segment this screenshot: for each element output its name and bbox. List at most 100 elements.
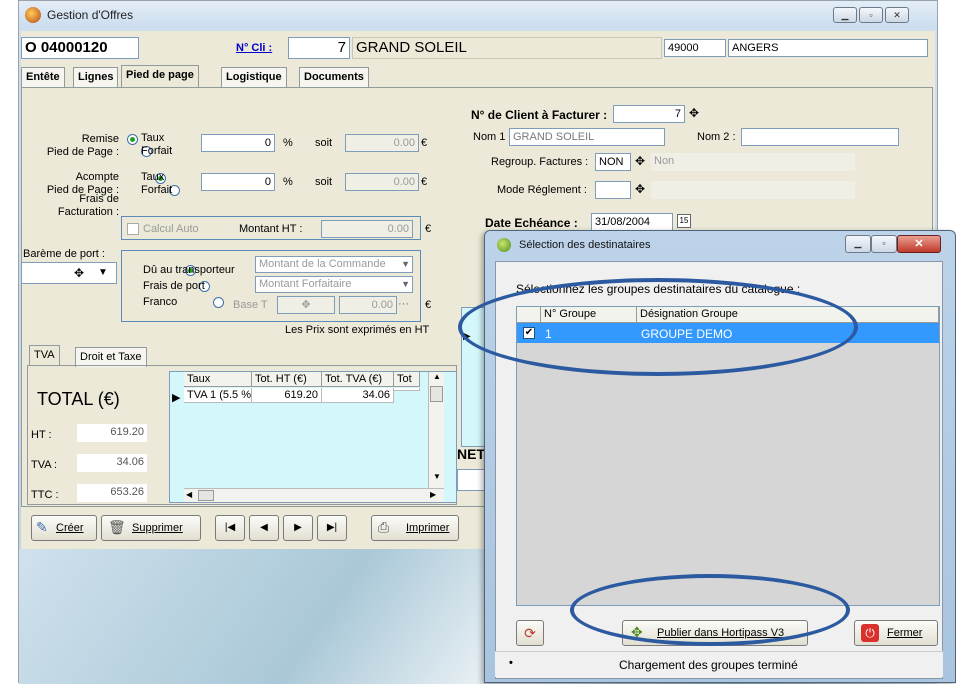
dialog-title: Sélection des destinataires (519, 239, 651, 251)
regroup-label: Regroup. Factures : (491, 156, 589, 168)
app-icon (25, 7, 41, 23)
nom1-field[interactable]: GRAND SOLEIL (509, 128, 665, 146)
date-echeance-field[interactable]: 31/08/2004 (591, 213, 673, 231)
title-bar[interactable]: Gestion d'Offres ▁ ▫ ✕ (19, 1, 937, 29)
maximize-button[interactable]: ▫ (859, 7, 883, 23)
hscroll-thumb[interactable] (198, 490, 214, 501)
base-picker[interactable]: ✥ (277, 296, 335, 314)
mode-field[interactable] (595, 181, 631, 199)
bareme-select[interactable]: ✥ ▼ (21, 262, 117, 284)
franco-label: Franco (143, 296, 178, 308)
tva-cell-taux[interactable]: TVA 1 (5.5 % (184, 388, 252, 403)
dialog-status-bar: • Chargement des groupes terminé (495, 651, 943, 677)
col-header-tot[interactable]: Tot (394, 372, 420, 387)
window-title: Gestion d'Offres (47, 8, 134, 22)
scroll-down-icon[interactable]: ▼ (433, 472, 441, 481)
dialog-close-button[interactable]: ✕ (897, 235, 941, 253)
scroll-left-icon[interactable]: ◀ (186, 490, 192, 499)
net-label: NET (457, 446, 485, 462)
frais-port-label: Frais de port (143, 280, 205, 292)
ellipsis-icon[interactable]: ··· (398, 298, 409, 310)
regroup-picker-icon[interactable]: ✥ (635, 154, 645, 168)
tva-field: 34.06 (77, 454, 147, 472)
mode-label: Mode Réglement : (497, 184, 587, 196)
tab-lignes[interactable]: Lignes (73, 67, 119, 87)
dialog-minimize-button[interactable]: ▁ (845, 235, 871, 253)
city-field[interactable]: ANGERS (728, 39, 928, 57)
tva-grid[interactable]: Taux Tot. HT (€) Tot. TVA (€) Tot ▶ TVA … (169, 371, 457, 503)
postal-code-field[interactable]: 49000 (664, 39, 726, 57)
chevron-down-icon: ▼ (401, 259, 410, 269)
mode-picker-icon[interactable]: ✥ (635, 182, 645, 196)
last-record-button[interactable]: ▶| (317, 515, 347, 541)
tab-tva[interactable]: TVA (29, 345, 60, 365)
date-echeance-label: Date Echéance : (485, 216, 578, 230)
col-header-taux[interactable]: Taux (184, 372, 252, 387)
horizontal-scrollbar[interactable]: ◀ ▶ (184, 488, 444, 502)
tab-pied-de-page[interactable]: Pied de page (121, 65, 199, 87)
montant-commande-select[interactable]: Montant de la Commande ▼ (255, 256, 413, 273)
tva-label: TVA : (31, 459, 58, 471)
client-picker-icon[interactable]: ✥ (689, 106, 699, 120)
supprimer-button[interactable]: 🗑 Supprimer (101, 515, 201, 541)
creer-button[interactable]: ✎ Créer (31, 515, 97, 541)
tab-droit-taxe[interactable]: Droit et Taxe (75, 347, 147, 367)
prev-record-button[interactable]: ◀ (249, 515, 279, 541)
remise-taux-radio[interactable] (127, 134, 138, 145)
scroll-up-icon[interactable]: ▲ (433, 372, 441, 381)
tab-documents[interactable]: Documents (299, 67, 369, 87)
annotation-oval-list (458, 278, 858, 376)
client-facturer-field[interactable]: 7 (613, 105, 685, 123)
remise-forfait-label: Forfait (141, 145, 173, 157)
annotation-oval-publish (570, 574, 850, 646)
nom2-field[interactable] (741, 128, 899, 146)
client-number-field[interactable]: 7 (288, 37, 350, 59)
acompte-soit: soit (315, 176, 333, 188)
tva-cell-tot-ht[interactable]: 619.20 (252, 388, 322, 403)
acompte-input[interactable]: 0 (201, 173, 275, 191)
vertical-scrollbar[interactable]: ▲ ▼ (428, 372, 444, 488)
create-icon: ✎ (36, 519, 48, 535)
calendar-icon[interactable]: 15 (677, 214, 691, 228)
dialog-title-bar[interactable]: Sélection des destinataires ▁ ▫ ✕ (485, 231, 955, 259)
col-header-tot-tva[interactable]: Tot. TVA (€) (322, 372, 394, 387)
tva-cell-tot-tva[interactable]: 34.06 (322, 388, 394, 403)
dialog-maximize-button[interactable]: ▫ (871, 235, 897, 253)
acompte-percent: % (283, 176, 293, 188)
frais-label: Frais de Facturation : (57, 193, 119, 218)
fermer-button[interactable]: ⏻ Fermer (854, 620, 938, 646)
status-text: Chargement des groupes terminé (619, 658, 798, 672)
scroll-right-icon[interactable]: ▶ (430, 490, 436, 499)
ttc-field: 653.26 (77, 484, 147, 502)
client-link[interactable]: N° Cli : (236, 42, 272, 54)
trash-icon: 🗑 (108, 519, 126, 535)
remise-input[interactable]: 0 (201, 134, 275, 152)
status-icon: • (509, 657, 513, 669)
tab-logistique[interactable]: Logistique (221, 67, 287, 87)
minimize-button[interactable]: ▁ (833, 7, 857, 23)
client-name-field[interactable]: GRAND SOLEIL (352, 37, 662, 59)
regroup-field[interactable]: NON (595, 153, 631, 171)
first-record-button[interactable]: |◀ (215, 515, 245, 541)
refresh-button[interactable]: ⟳ (516, 620, 544, 646)
next-record-button[interactable]: ▶ (283, 515, 313, 541)
close-button[interactable]: ✕ (885, 7, 909, 23)
calcul-auto-label: Calcul Auto (143, 223, 199, 235)
mode-desc-field (651, 181, 855, 199)
montant-forfaitaire-select[interactable]: Montant Forfaitaire ▼ (255, 276, 413, 293)
scroll-thumb[interactable] (430, 386, 443, 402)
calcul-auto-checkbox[interactable] (127, 223, 139, 235)
acompte-taux-label: Taux (141, 171, 165, 183)
offer-number-field[interactable]: O 04000120 (21, 37, 139, 59)
col-header-tot-ht[interactable]: Tot. HT (€) (252, 372, 322, 387)
tva-cell-tot[interactable] (394, 388, 420, 391)
refresh-icon: ⟳ (524, 625, 536, 641)
imprimer-button[interactable]: ⎙ Imprimer (371, 515, 459, 541)
montant-ht-field: 0.00 (321, 220, 413, 238)
remise-euro: € (421, 137, 428, 149)
ht-field: 619.20 (77, 424, 147, 442)
du-transporteur-label: Dû au transporteur (143, 264, 235, 276)
acompte-forfait-label: Forfait (141, 184, 173, 196)
tab-entete[interactable]: Entête (21, 67, 65, 87)
bareme-picker-icon: ✥ (74, 266, 85, 280)
